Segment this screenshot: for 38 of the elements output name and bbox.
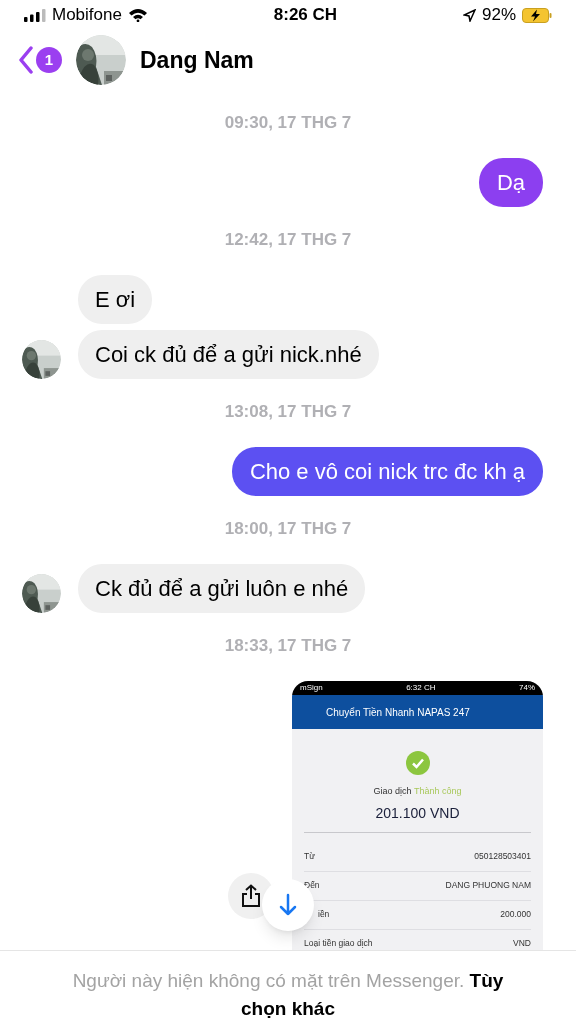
- row-value: VND: [513, 937, 531, 950]
- back-chevron-icon: [18, 46, 34, 74]
- timestamp: 12:42, 17 THG 7: [224, 229, 352, 252]
- contact-name: Dang Nam: [140, 45, 254, 75]
- receipt-carrier: mSign: [300, 682, 323, 694]
- carrier-name: Mobifone: [52, 4, 122, 27]
- row-label: iền: [317, 908, 330, 921]
- back-button[interactable]: 1: [18, 46, 62, 74]
- received-message: Ck đủ để a gửi luôn e nhé: [78, 564, 366, 613]
- received-message: Coi ck đủ để a gửi nick.nhé: [78, 330, 379, 379]
- check-icon: [405, 751, 430, 775]
- transaction-amount: 201.100 VND: [375, 803, 460, 823]
- battery-charging-icon: [522, 7, 552, 23]
- share-icon: [240, 884, 262, 908]
- down-arrow-icon: [278, 893, 298, 917]
- timestamp: 13:08, 17 THG 7: [224, 401, 352, 424]
- receipt-battery: 74%: [519, 682, 535, 694]
- timestamp: 09:30, 17 THG 7: [224, 112, 352, 135]
- sent-message: Dạ: [478, 158, 543, 207]
- row-label: Từ: [304, 850, 315, 863]
- row-value: DANG PHUONG NAM: [445, 879, 531, 892]
- row-label: Loại tiền giao dịch: [304, 937, 373, 950]
- row-value: 050128503401: [474, 850, 531, 863]
- row-value: 200.000: [500, 908, 531, 921]
- clock: 8:26 CH: [273, 4, 338, 27]
- receipt-time: 6:32 CH: [406, 682, 436, 694]
- unread-badge: 1: [36, 47, 62, 73]
- battery-percent: 92%: [481, 4, 516, 27]
- sent-message: Cho e vô coi nick trc đc kh ạ: [231, 447, 543, 496]
- wifi-icon: [127, 8, 148, 22]
- unavailable-notice: Người này hiện không có mặt trên Messenger. Tùy chọn khác: [71, 969, 505, 1021]
- transaction-status: Giao dịch Thành công: [373, 785, 462, 798]
- timestamp: 18:33, 17 THG 7: [224, 635, 352, 658]
- received-message: E ơi: [78, 275, 153, 324]
- signal-icon: [24, 8, 46, 22]
- receipt-title: Chuyển Tiền Nhanh NAPAS 247: [326, 705, 470, 720]
- location-arrow-icon: [462, 8, 476, 22]
- timestamp: 18:00, 17 THG 7: [224, 518, 352, 541]
